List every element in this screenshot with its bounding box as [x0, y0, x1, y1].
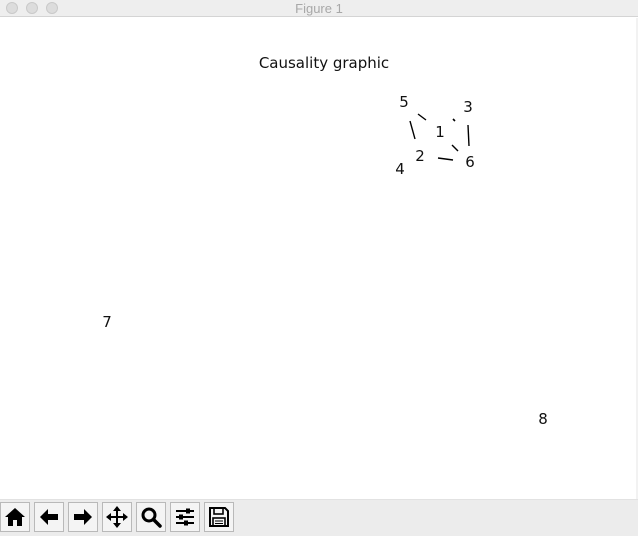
window-title: Figure 1	[295, 1, 343, 16]
arrow-left-icon	[40, 509, 58, 525]
graph-svg: Causality graphic 1 2 3 4 5 6 7 8	[102, 54, 548, 428]
sliders-icon	[176, 508, 194, 526]
node-label: 8	[538, 410, 548, 428]
edge-1-6	[451, 144, 459, 152]
node-label: 5	[399, 93, 409, 111]
home-icon	[5, 508, 25, 526]
edge-5-4	[409, 120, 416, 140]
node-label: 2	[415, 147, 425, 165]
move-icon	[106, 506, 128, 528]
node-label: 6	[465, 153, 475, 171]
floppy-disk-icon	[209, 507, 229, 527]
plot-canvas[interactable]: Causality graphic 1 2 3 4 5 6 7 8	[0, 18, 638, 499]
arrow-right-icon	[74, 509, 92, 525]
save-figure-button[interactable]	[204, 502, 234, 532]
zoom-button[interactable]	[136, 502, 166, 532]
magnifier-icon	[141, 507, 162, 528]
edge-2-6	[437, 157, 454, 161]
title-bar: Figure 1	[0, 0, 638, 17]
forward-button[interactable]	[68, 502, 98, 532]
edge-3-6	[467, 124, 470, 147]
configure-subplots-button[interactable]	[170, 502, 200, 532]
navigation-toolbar	[0, 499, 638, 536]
node-label: 3	[463, 98, 473, 116]
figure-title: Causality graphic	[259, 54, 389, 72]
node-label: 1	[435, 123, 445, 141]
figure-window: Figure 1 Causality graphic 1 2 3 4 5 6 7…	[0, 0, 638, 536]
node-label: 4	[395, 160, 405, 178]
back-button[interactable]	[34, 502, 64, 532]
node-label: 7	[102, 313, 112, 331]
home-button[interactable]	[0, 502, 30, 532]
pan-button[interactable]	[102, 502, 132, 532]
edge-5-1	[417, 113, 427, 121]
edge-1-3	[452, 118, 456, 122]
